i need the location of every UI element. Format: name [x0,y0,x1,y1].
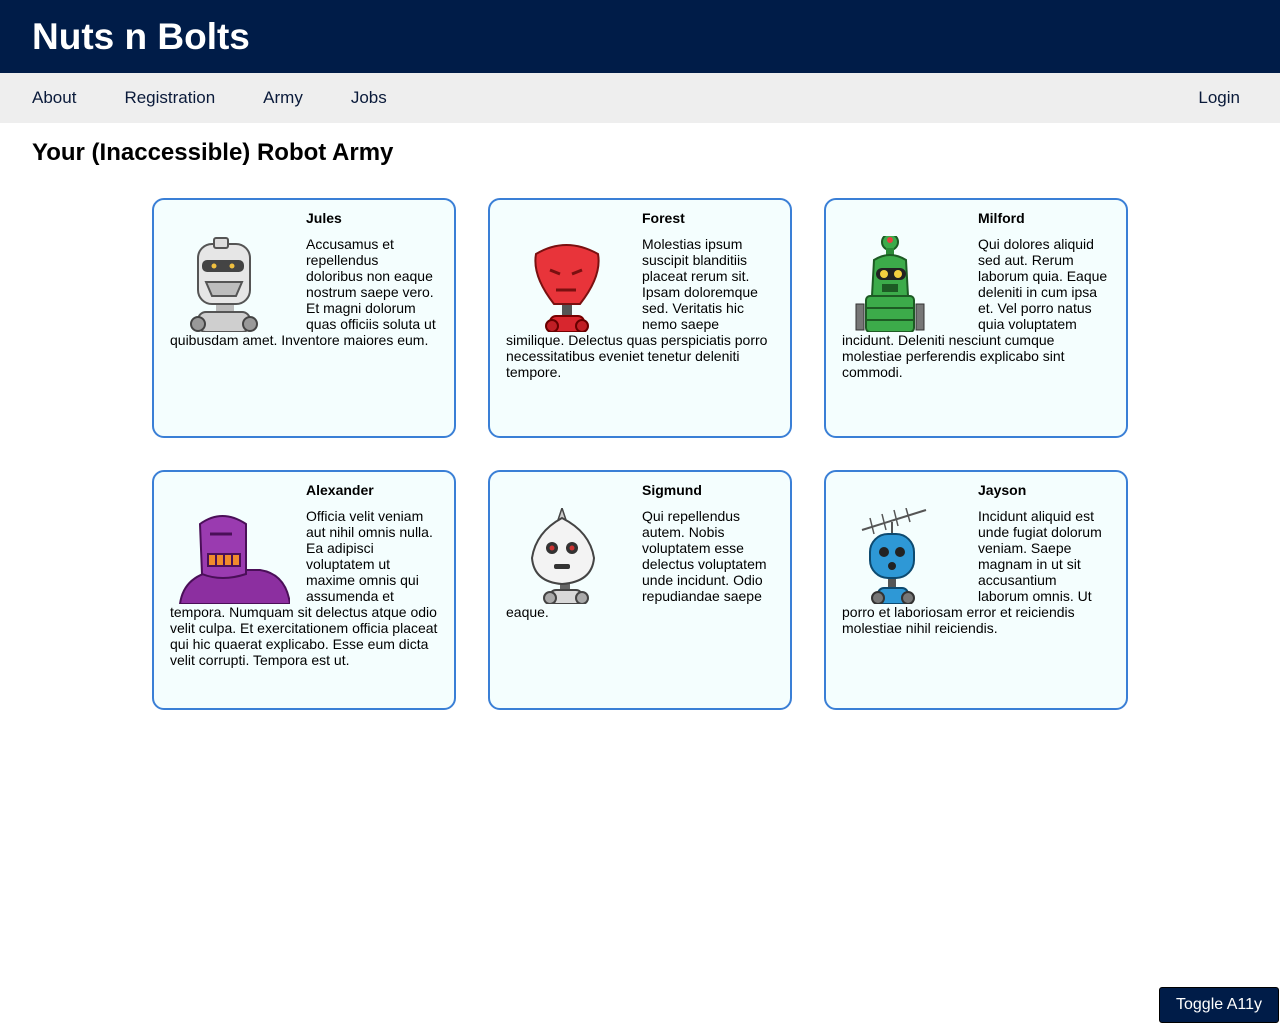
nav-login[interactable]: Login [1198,88,1240,108]
robot-name: Milford [978,210,1025,226]
nav-registration[interactable]: Registration [124,88,215,108]
robot-jayson-avatar [861,508,927,604]
main-nav: About Registration Army Jobs Login [0,73,1280,123]
robot-name: Jayson [978,482,1027,498]
nav-jobs[interactable]: Jobs [351,88,387,108]
robot-name: Alexander [306,482,374,498]
robot-grid: Jules Accusamus et repellendus doloribus… [152,198,1128,710]
page-title: Your (Inaccessible) Robot Army [32,139,394,166]
robot-card-sigmund: Sigmund Qui repellendus autem. Nobis vol… [488,470,792,710]
nav-army[interactable]: Army [263,88,303,108]
toggle-a11y-button[interactable]: Toggle A11y [1159,987,1279,1023]
nav-about[interactable]: About [32,88,76,108]
robot-card-jayson: Jayson Incidunt aliquid est unde fugiat … [824,470,1128,710]
robot-name: Forest [642,210,685,226]
robot-sigmund-avatar [530,508,596,604]
robot-card-forest: Forest Molestias ipsum suscipit blanditi… [488,198,792,438]
robot-jules-avatar [190,237,258,332]
robot-alexander-avatar [178,515,290,604]
robot-milford-avatar [855,236,925,332]
site-title: Nuts n Bolts [32,16,250,57]
robot-forest-avatar [534,244,600,332]
site-header: Nuts n Bolts [0,0,1280,73]
robot-name: Sigmund [642,482,702,498]
robot-card-alexander: Alexander Officia velit veniam aut nihil… [152,470,456,710]
robot-name: Jules [306,210,342,226]
robot-card-milford: Milford Qui dolores aliquid sed aut. Rer… [824,198,1128,438]
robot-card-jules: Jules Accusamus et repellendus doloribus… [152,198,456,438]
